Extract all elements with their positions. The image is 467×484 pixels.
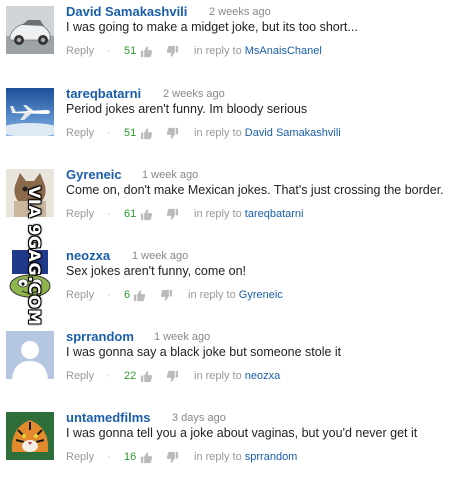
in-reply-to-link[interactable]: MsAnaisChanel [245,45,322,57]
separator-dot: · [107,45,111,57]
comment-author-link[interactable]: sprrandom [66,329,134,344]
watermark: VIA 9GAG.COM [12,186,46,326]
like-count: 16 [124,451,137,463]
comment-timestamp: 1 week ago [142,169,199,181]
in-reply-to-prefix: in reply to [194,127,242,139]
like-count: 22 [124,370,137,382]
comment-text: I was gonna tell you a joke about vagina… [66,426,418,440]
thumbs-up-icon[interactable] [140,127,154,141]
reply-button[interactable]: Reply [66,127,94,139]
reply-button[interactable]: Reply [66,208,94,220]
watermark-text: VIA 9GAG.COM [25,186,44,326]
thumbs-down-icon[interactable] [166,45,180,59]
thumbs-up-icon[interactable] [140,208,154,222]
reply-button[interactable]: Reply [66,370,94,382]
comment-text: I was gonna say a black joke but someone… [66,345,342,359]
thumbs-down-icon[interactable] [166,127,180,141]
tiger-avatar[interactable] [6,412,54,460]
comment-author-link[interactable]: tareqbatarni [66,86,141,101]
comment-text: I was going to make a midget joke, but i… [66,20,358,34]
in-reply-to-prefix: in reply to [194,45,242,57]
in-reply-to: in reply to MsAnaisChanel [194,45,322,57]
reply-button[interactable]: Reply [66,45,94,57]
thumbs-up-icon[interactable] [140,451,154,465]
thumbs-up-icon[interactable] [140,370,154,384]
in-reply-to-link[interactable]: Gyreneic [239,289,283,301]
like-count: 61 [124,208,137,220]
comment-text: Sex jokes aren't funny, come on! [66,264,247,278]
comment-item: untamedfilms 3 days ago I was gonna tell… [0,406,467,484]
comment-text: Come on, don't make Mexican jokes. That'… [66,183,444,197]
in-reply-to-prefix: in reply to [188,289,236,301]
in-reply-to: in reply to tareqbatarni [194,208,303,220]
airplane-avatar[interactable] [6,88,54,136]
thumbs-down-icon[interactable] [166,208,180,222]
default-user-avatar[interactable] [6,331,54,379]
comment-author-link[interactable]: neozxa [66,248,110,263]
comment-timestamp: 1 week ago [132,250,189,262]
comment-item: Gyreneic 1 week ago Come on, don't make … [0,163,467,241]
thumbs-up-icon[interactable] [133,289,147,303]
in-reply-to-link[interactable]: sprrandom [245,451,298,463]
in-reply-to-link[interactable]: neozxa [245,370,280,382]
separator-dot: · [107,127,111,139]
separator-dot: · [107,451,111,463]
like-count: 51 [124,127,137,139]
comment-timestamp: 3 days ago [172,412,226,424]
in-reply-to-link[interactable]: David Samakashvili [245,127,341,139]
thumbs-down-icon[interactable] [166,451,180,465]
thumbs-down-icon[interactable] [166,370,180,384]
thumbs-up-icon[interactable] [140,45,154,59]
car-avatar[interactable] [6,6,54,54]
comment-text: Period jokes aren't funny. Im bloody ser… [66,102,308,116]
comment-item: David Samakashvili 2 weeks ago I was goi… [0,0,467,78]
separator-dot: · [107,208,111,220]
comment-item: tareqbatarni 2 weeks ago Period jokes ar… [0,82,467,160]
in-reply-to-prefix: in reply to [194,370,242,382]
in-reply-to-prefix: in reply to [194,208,242,220]
in-reply-to: in reply to Gyreneic [188,289,283,301]
like-count: 51 [124,45,137,57]
separator-dot: · [107,289,111,301]
in-reply-to: in reply to sprrandom [194,451,297,463]
comment-timestamp: 2 weeks ago [163,88,225,100]
in-reply-to-prefix: in reply to [194,451,242,463]
thumbs-down-icon[interactable] [160,289,174,303]
comment-author-link[interactable]: Gyreneic [66,167,122,182]
comment-timestamp: 1 week ago [154,331,211,343]
comment-author-link[interactable]: untamedfilms [66,410,151,425]
in-reply-to: in reply to neozxa [194,370,280,382]
separator-dot: · [107,370,111,382]
in-reply-to: in reply to David Samakashvili [194,127,341,139]
comment-author-link[interactable]: David Samakashvili [66,4,187,19]
like-count: 6 [124,289,131,301]
comment-item: neozxa 1 week ago Sex jokes aren't funny… [0,244,467,322]
in-reply-to-link[interactable]: tareqbatarni [245,208,304,220]
reply-button[interactable]: Reply [66,451,94,463]
comment-timestamp: 2 weeks ago [209,6,271,18]
comment-item: sprrandom 1 week ago I was gonna say a b… [0,325,467,403]
reply-button[interactable]: Reply [66,289,94,301]
